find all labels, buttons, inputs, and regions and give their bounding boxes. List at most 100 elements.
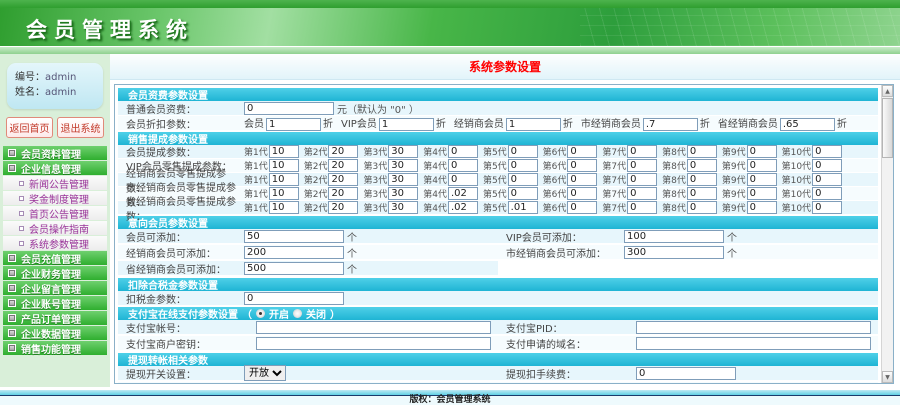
sidebar-menu-item[interactable]: 产品订单管理 bbox=[3, 311, 107, 326]
generation-cell: 第5代 bbox=[483, 187, 538, 200]
quota-input[interactable] bbox=[624, 245, 724, 259]
alipay-field-input[interactable] bbox=[256, 320, 491, 334]
generation-input[interactable] bbox=[388, 145, 419, 158]
generation-input[interactable] bbox=[388, 159, 419, 172]
sidebar-menu-item[interactable]: 企业数据管理 bbox=[3, 326, 107, 341]
sidebar-menu-item[interactable]: 新闻公告管理 bbox=[3, 176, 107, 191]
generation-input[interactable] bbox=[812, 159, 843, 172]
scroll-up-icon[interactable]: ▲ bbox=[882, 85, 893, 97]
generation-input[interactable] bbox=[268, 173, 299, 186]
sidebar-menu-item[interactable]: 企业账号管理 bbox=[3, 296, 107, 311]
generation-input[interactable] bbox=[746, 201, 777, 214]
generation-input[interactable] bbox=[567, 173, 598, 186]
generation-input[interactable] bbox=[328, 173, 359, 186]
sidebar-menu-item[interactable]: 企业留言管理 bbox=[3, 281, 107, 296]
generation-input[interactable] bbox=[268, 145, 299, 158]
sidebar-menu-item[interactable]: 奖金制度管理 bbox=[3, 191, 107, 206]
quota-input[interactable] bbox=[624, 229, 724, 243]
generation-input[interactable] bbox=[447, 187, 478, 200]
generation-input[interactable] bbox=[507, 159, 538, 172]
sidebar-menu-item[interactable]: 会员充值管理 bbox=[3, 251, 107, 266]
generation-input[interactable] bbox=[567, 159, 598, 172]
generation-input[interactable] bbox=[447, 173, 478, 186]
sidebar-menu-item[interactable]: 系统参数管理 bbox=[3, 236, 107, 251]
generation-input[interactable] bbox=[627, 187, 658, 200]
home-button[interactable]: 返回首页 bbox=[6, 117, 53, 138]
tax-input[interactable] bbox=[244, 291, 344, 305]
generation-input[interactable] bbox=[746, 145, 777, 158]
generation-input[interactable] bbox=[746, 159, 777, 172]
alipay-field-input[interactable] bbox=[256, 336, 491, 350]
alipay-field-input[interactable] bbox=[636, 320, 871, 334]
generation-input[interactable] bbox=[627, 145, 658, 158]
discount-input[interactable] bbox=[266, 118, 321, 131]
generation-input[interactable] bbox=[812, 187, 843, 200]
generation-input[interactable] bbox=[507, 201, 538, 214]
generation-input[interactable] bbox=[746, 187, 777, 200]
generation-input[interactable] bbox=[507, 187, 538, 200]
withdraw-switch-select[interactable]: 开放 bbox=[244, 365, 286, 381]
exit-button[interactable]: 退出系统 bbox=[57, 117, 104, 138]
sidebar-menu-item[interactable]: 企业信息管理 bbox=[3, 161, 107, 176]
quota-unit: 个 bbox=[347, 248, 357, 260]
generation-input[interactable] bbox=[567, 201, 598, 214]
generation-input[interactable] bbox=[812, 145, 843, 158]
generation-input[interactable] bbox=[627, 201, 658, 214]
generation-input[interactable] bbox=[686, 201, 717, 214]
generation-input[interactable] bbox=[686, 187, 717, 200]
generation-input[interactable] bbox=[388, 201, 419, 214]
scroll-down-icon[interactable]: ▼ bbox=[882, 371, 893, 383]
generation-input[interactable] bbox=[507, 145, 538, 158]
generation-input[interactable] bbox=[328, 159, 359, 172]
generation-input[interactable] bbox=[328, 201, 359, 214]
generation-input[interactable] bbox=[268, 201, 299, 214]
generation-input[interactable] bbox=[328, 187, 359, 200]
generation-input[interactable] bbox=[388, 187, 419, 200]
generation-input[interactable] bbox=[627, 173, 658, 186]
generation-input[interactable] bbox=[328, 145, 359, 158]
generation-input[interactable] bbox=[268, 159, 299, 172]
generation-cell: 第9代 bbox=[722, 173, 777, 186]
generation-input[interactable] bbox=[447, 159, 478, 172]
quota-input[interactable] bbox=[244, 261, 344, 275]
discount-input[interactable] bbox=[378, 118, 434, 131]
generation-input[interactable] bbox=[746, 173, 777, 186]
quota-input[interactable] bbox=[244, 245, 344, 259]
generation-input[interactable] bbox=[812, 201, 843, 214]
discount-name: 市经销商会员 bbox=[580, 119, 641, 130]
generation-input[interactable] bbox=[686, 145, 717, 158]
sidebar-menu-item[interactable]: 企业财务管理 bbox=[3, 266, 107, 281]
generation-input[interactable] bbox=[447, 201, 478, 214]
vertical-scrollbar[interactable]: ▲ ▼ bbox=[881, 85, 893, 383]
generation-input[interactable] bbox=[388, 173, 419, 186]
normal-fee-input[interactable] bbox=[244, 101, 334, 115]
alipay-field-input[interactable] bbox=[636, 336, 871, 350]
generation-input[interactable] bbox=[507, 173, 538, 186]
generation-input[interactable] bbox=[447, 145, 478, 158]
alipay-on-radio[interactable] bbox=[256, 309, 265, 318]
generation-input[interactable] bbox=[686, 159, 717, 172]
discount-input[interactable] bbox=[505, 118, 561, 131]
sidebar-menu-item[interactable]: 销售功能管理 bbox=[3, 341, 107, 356]
generation-label: 第9代 bbox=[721, 204, 746, 214]
fee-section: 会员资费参数设置 普通会员资费： 元（默认为 "0" ） 会员折扣参数： bbox=[118, 88, 878, 131]
alipay-section-header: 支付宝在线支付参数设置 （ 开启 关闭 ） bbox=[118, 307, 878, 321]
sidebar-menu-item[interactable]: 会员操作指南 bbox=[3, 221, 107, 236]
generation-input[interactable] bbox=[812, 173, 843, 186]
discount-input[interactable] bbox=[642, 118, 698, 131]
window-icon bbox=[8, 299, 16, 307]
sidebar-menu-item[interactable]: 会员资料管理 bbox=[3, 146, 107, 161]
discount-input[interactable] bbox=[779, 118, 835, 131]
generation-input[interactable] bbox=[567, 187, 598, 200]
generation-input[interactable] bbox=[268, 187, 299, 200]
withdraw-fee-input[interactable] bbox=[636, 366, 736, 380]
quota-input[interactable] bbox=[244, 229, 344, 243]
generation-input[interactable] bbox=[627, 159, 658, 172]
scrollbar-thumb[interactable] bbox=[882, 98, 893, 158]
generation-input[interactable] bbox=[567, 145, 598, 158]
generation-cell: 第6代 bbox=[543, 173, 598, 186]
generation-cell: 第6代 bbox=[543, 159, 598, 172]
alipay-off-radio[interactable] bbox=[293, 309, 302, 318]
generation-input[interactable] bbox=[686, 173, 717, 186]
sidebar-menu-item[interactable]: 首页公告管理 bbox=[3, 206, 107, 221]
